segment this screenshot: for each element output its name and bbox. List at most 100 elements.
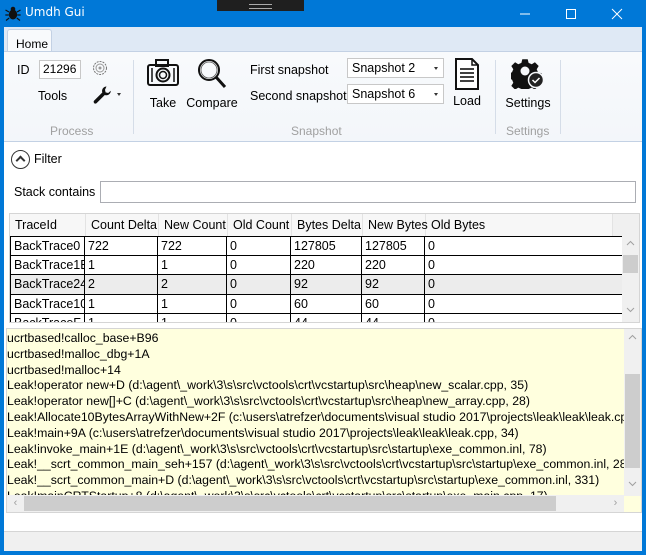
table-row[interactable]: BackTrace10 1 1 0 60 60 0	[10, 294, 626, 314]
scrollbar-track[interactable]	[280, 496, 556, 511]
camera-icon	[144, 57, 182, 89]
scroll-left-icon[interactable]: ‹	[7, 495, 24, 512]
scrollbar-thumb[interactable]	[625, 374, 640, 468]
scroll-right-icon[interactable]: ›	[607, 495, 624, 512]
stack-line: Leak!operator new+D (d:\agent\_work\3\s\…	[7, 378, 529, 393]
grid-header: TraceId Count Delta New Count Old Count …	[10, 214, 613, 236]
cell-old-count: 0	[227, 275, 291, 294]
cell-count-delta: 1	[85, 314, 158, 322]
column-header-count-delta[interactable]: Count Delta	[86, 214, 159, 236]
cell-traceid: BackTrace10	[10, 294, 85, 314]
minimize-icon	[519, 8, 531, 24]
cell-count-delta: 1	[85, 255, 158, 275]
table-row[interactable]: BackTraceF 1 1 0 44 44 0	[10, 314, 626, 322]
scroll-down-icon[interactable]	[624, 479, 641, 496]
ribbon: ID 21296 Tools Process Take Compare Firs…	[4, 51, 642, 142]
column-header-traceid[interactable]: TraceId	[10, 214, 86, 236]
crosshair-target-icon[interactable]	[92, 60, 108, 79]
cell-traceid: BackTrace24	[10, 275, 85, 294]
stack-contains-input[interactable]	[100, 181, 636, 203]
cell-bytes-delta: 92	[291, 275, 362, 294]
process-id-label: ID	[17, 63, 30, 77]
column-header-bytes-delta[interactable]: Bytes Delta	[292, 214, 363, 236]
snapshot-group-label: Snapshot	[291, 124, 342, 138]
second-snapshot-select[interactable]: Snapshot 6	[347, 84, 444, 104]
stack-line: ucrtbased!malloc+14	[7, 362, 121, 377]
title-bar[interactable]: Umdh Gui	[0, 0, 646, 27]
cell-old-bytes: 0	[425, 314, 626, 322]
group-separator	[560, 60, 561, 134]
app-window: Umdh Gui Home ID 21296 Tools Process Tak…	[0, 0, 646, 555]
stack-line: Leak!__scrt_common_main+D (d:\agent\_wor…	[7, 473, 600, 488]
grid-vertical-scrollbar[interactable]	[622, 236, 639, 322]
tools-dropdown-button[interactable]	[92, 85, 126, 107]
window-title: Umdh Gui	[25, 5, 85, 19]
stack-vertical-scrollbar[interactable]	[624, 329, 641, 496]
status-bar	[4, 531, 642, 551]
take-snapshot-button[interactable]: Take	[144, 57, 182, 110]
process-id-input[interactable]: 21296	[39, 60, 81, 79]
stack-horizontal-scrollbar[interactable]: ‹ ›	[7, 495, 624, 512]
cell-new-count: 1	[158, 294, 227, 314]
load-label: Load	[453, 94, 481, 108]
cell-new-count: 1	[158, 314, 227, 322]
scroll-down-icon[interactable]	[622, 305, 639, 322]
tab-home[interactable]: Home	[7, 29, 52, 53]
main-content: Filter Stack contains TraceId Count Delt…	[4, 142, 642, 551]
cell-bytes-delta: 60	[291, 294, 362, 314]
column-header-old-count[interactable]: Old Count	[228, 214, 292, 236]
cell-new-bytes: 127805	[362, 237, 425, 256]
close-button[interactable]	[594, 0, 640, 27]
table-row[interactable]: BackTrace1E 1 1 0 220 220 0	[10, 255, 626, 275]
cell-traceid: BackTraceF	[10, 314, 85, 322]
gear-check-icon	[504, 57, 552, 93]
cell-old-count: 0	[227, 255, 291, 275]
cell-new-count: 722	[158, 237, 227, 256]
trace-grid: TraceId Count Delta New Count Old Count …	[9, 213, 640, 323]
minimize-button[interactable]	[502, 0, 548, 27]
second-snapshot-value: Snapshot 6	[352, 87, 416, 101]
cell-old-count: 0	[227, 294, 291, 314]
drag-grip[interactable]	[217, 0, 304, 11]
close-icon	[611, 8, 623, 24]
scroll-up-icon[interactable]	[624, 332, 641, 349]
stack-line: Leak!main+9A (c:\users\atrefzer\document…	[7, 425, 519, 440]
chevron-down-icon	[117, 93, 121, 96]
cell-bytes-delta: 127805	[291, 237, 362, 256]
compare-button[interactable]: Compare	[186, 57, 238, 110]
cell-old-bytes: 0	[425, 255, 626, 275]
cell-new-count: 1	[158, 255, 227, 275]
bug-icon	[5, 5, 21, 21]
grid-body: BackTrace0 722 722 0 127805 127805 0 Bac…	[10, 236, 626, 322]
cell-old-count: 0	[227, 314, 291, 322]
table-row[interactable]: BackTrace0 722 722 0 127805 127805 0	[10, 236, 626, 256]
stack-line: ucrtbased!calloc_base+B96	[7, 331, 159, 345]
scroll-up-icon[interactable]	[622, 238, 639, 255]
cell-count-delta: 1	[85, 294, 158, 314]
first-snapshot-select[interactable]: Snapshot 2	[347, 58, 444, 78]
stack-line: Leak!operator new[]+C (d:\agent\_work\3\…	[7, 394, 530, 409]
first-snapshot-label: First snapshot	[250, 63, 329, 77]
settings-group-label: Settings	[506, 124, 550, 138]
maximize-icon	[565, 8, 577, 24]
compare-label: Compare	[186, 96, 238, 110]
stack-line: ucrtbased!malloc_dbg+1A	[7, 346, 150, 361]
column-header-old-bytes[interactable]: Old Bytes	[426, 214, 613, 236]
scrollbar-thumb[interactable]	[623, 255, 638, 273]
column-header-new-count[interactable]: New Count	[159, 214, 228, 236]
stack-line: Leak!Allocate10BytesArrayWithNew+2F (c:\…	[7, 409, 624, 424]
stack-trace-view[interactable]: ucrtbased!calloc_base+B96 ucrtbased!mall…	[6, 328, 642, 513]
filter-label: Filter	[34, 152, 62, 166]
cell-count-delta: 2	[85, 275, 158, 294]
scrollbar-thumb[interactable]	[24, 496, 280, 511]
settings-button[interactable]: Settings	[504, 57, 552, 110]
wrench-icon	[92, 85, 112, 108]
cell-old-bytes: 0	[425, 237, 626, 256]
group-separator	[133, 60, 134, 134]
load-button[interactable]: Load	[450, 57, 484, 108]
group-separator	[495, 60, 496, 134]
column-header-new-bytes[interactable]: New Bytes	[363, 214, 428, 236]
maximize-button[interactable]	[548, 0, 594, 27]
process-group-label: Process	[50, 124, 94, 138]
table-row-selected[interactable]: BackTrace24 2 2 0 92 92 0	[10, 275, 626, 295]
